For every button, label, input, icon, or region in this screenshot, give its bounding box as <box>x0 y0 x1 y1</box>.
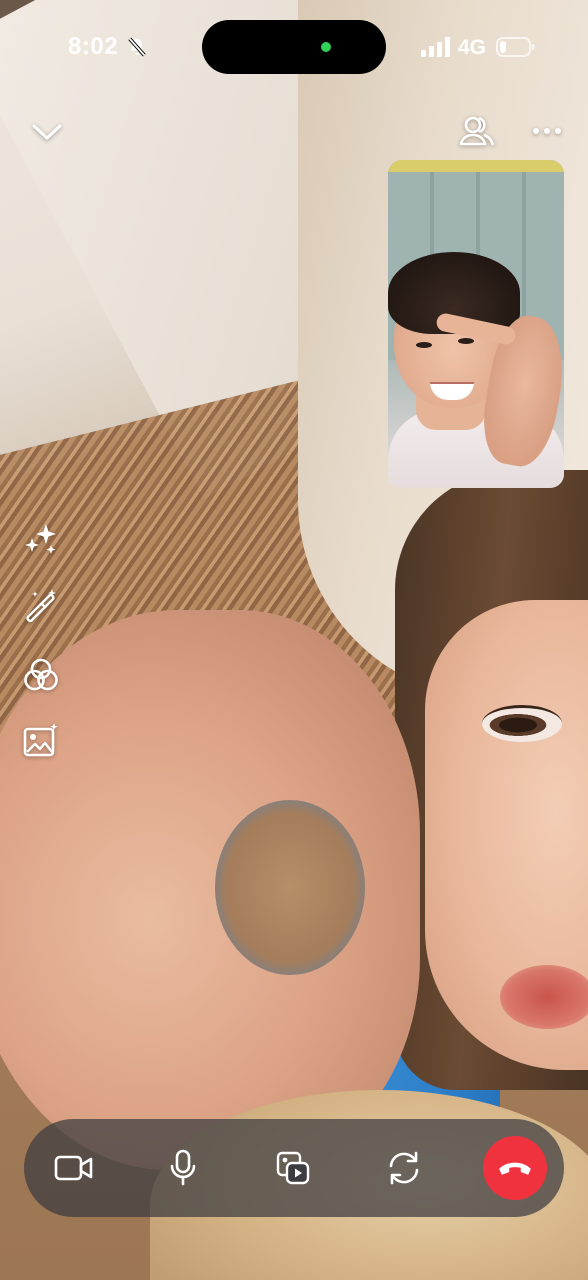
video-call-screen: 8:02 4G <box>0 0 588 1280</box>
effects-button[interactable] <box>18 516 64 562</box>
share-media-button[interactable] <box>261 1136 325 1200</box>
network-type: 4G <box>458 36 487 59</box>
microphone-toggle-button[interactable] <box>151 1136 215 1200</box>
more-horizontal-icon <box>533 128 561 134</box>
status-bar: 8:02 4G <box>0 0 588 96</box>
end-call-button[interactable] <box>483 1136 547 1200</box>
camera-indicator-dot <box>321 42 331 52</box>
magic-wand-icon <box>26 589 56 623</box>
filters-icon <box>24 658 58 691</box>
background-button[interactable] <box>18 718 64 764</box>
status-time: 8:02 <box>68 33 119 60</box>
self-video-light <box>388 160 564 172</box>
touch-up-button[interactable] <box>18 582 64 628</box>
remote-video-eye <box>482 705 562 742</box>
media-share-icon <box>276 1151 310 1185</box>
sparkles-icon <box>25 524 56 554</box>
microphone-icon <box>170 1149 196 1186</box>
self-video-preview[interactable] <box>388 160 564 488</box>
dynamic-island <box>202 20 386 74</box>
battery-icon <box>496 37 535 57</box>
people-icon <box>459 116 494 146</box>
bell-off-icon <box>128 37 146 57</box>
flip-camera-button[interactable] <box>372 1136 436 1200</box>
signal-icon <box>421 37 450 57</box>
participants-button[interactable] <box>454 110 500 152</box>
filters-button[interactable] <box>18 652 64 698</box>
background-image-icon <box>23 723 58 757</box>
self-video-eye-left <box>416 342 432 348</box>
flip-camera-icon <box>389 1151 419 1185</box>
call-controls-bar <box>24 1119 564 1217</box>
remote-video-hand-heart <box>215 800 365 975</box>
more-options-button[interactable] <box>526 112 568 150</box>
video-camera-icon <box>54 1155 93 1181</box>
self-video-eye-right <box>458 338 474 344</box>
camera-toggle-button[interactable] <box>42 1136 106 1200</box>
remote-video-lips <box>500 965 588 1029</box>
collapse-call-button[interactable] <box>24 112 70 152</box>
chevron-down-icon <box>32 124 62 140</box>
end-call-icon <box>499 1162 531 1175</box>
